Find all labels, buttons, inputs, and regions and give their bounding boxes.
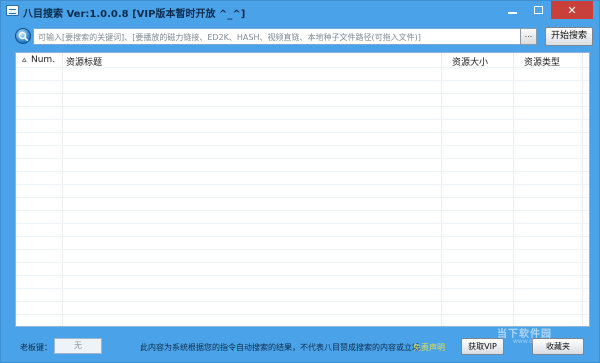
minimize-button[interactable]	[499, 1, 525, 19]
boss-key-field[interactable]: 无	[54, 338, 102, 354]
results-table[interactable]: ▵ Num. 资源标题 资源大小 资源类型	[15, 52, 590, 327]
row-gridline	[16, 210, 589, 211]
close-button[interactable]: ✕	[551, 1, 593, 19]
row-gridline	[16, 301, 589, 302]
row-gridline	[16, 106, 589, 107]
row-gridline	[16, 132, 589, 133]
row-gridline	[16, 275, 589, 276]
column-divider	[582, 53, 583, 326]
row-gridline	[16, 197, 589, 198]
row-gridline	[16, 171, 589, 172]
search-input[interactable]: 可输入[要搜索的关键词]、[要播放的磁力链接、ED2K、HASH、视频直链、本地…	[33, 28, 521, 45]
row-gridline	[16, 184, 589, 185]
disclaimer-link[interactable]: 免责声明	[413, 342, 445, 353]
row-gridline	[16, 80, 589, 81]
window-title: 八目搜索 Ver:1.0.0.8 [VIP版本暂时开放 ^_^]	[23, 9, 246, 20]
title-bar[interactable]: 八目搜索 Ver:1.0.0.8 [VIP版本暂时开放 ^_^] ✕	[1, 1, 599, 21]
sort-arrow-icon: ▵	[22, 55, 27, 65]
row-gridline	[16, 145, 589, 146]
window-controls: ✕	[499, 1, 593, 19]
column-divider	[441, 53, 442, 326]
minimize-icon	[507, 12, 517, 14]
table-header: ▵ Num. 资源标题 资源大小 资源类型	[16, 53, 589, 68]
column-divider	[62, 53, 63, 326]
close-icon: ✕	[567, 3, 577, 17]
watermark-url: www.downxia.com	[513, 338, 569, 345]
boss-key-label: 老板键：	[20, 343, 52, 352]
maximize-icon	[533, 6, 543, 14]
row-gridline	[16, 288, 589, 289]
row-gridline	[16, 249, 589, 250]
search-bar: 可输入[要搜索的关键词]、[要播放的磁力链接、ED2K、HASH、视频直链、本地…	[15, 27, 593, 47]
row-gridline	[16, 262, 589, 263]
browse-file-button[interactable]: ...	[520, 28, 537, 45]
app-window: 八目搜索 Ver:1.0.0.8 [VIP版本暂时开放 ^_^] ✕ 可输入[要…	[0, 0, 600, 363]
row-gridline	[16, 314, 589, 315]
search-notice: 此内容为系统根据您的指令自动搜索的结果，不代表八目赞成搜索的内容或立场	[140, 343, 420, 352]
get-vip-button[interactable]: 获取VIP	[461, 338, 504, 355]
search-icon	[15, 28, 31, 44]
start-search-button[interactable]: 开始搜索	[545, 27, 593, 46]
column-header-num[interactable]: Num.	[31, 55, 55, 65]
row-gridline	[16, 67, 589, 68]
maximize-button[interactable]	[525, 1, 551, 19]
row-gridline	[16, 223, 589, 224]
app-logo-icon	[6, 5, 19, 16]
row-gridline	[16, 119, 589, 120]
row-gridline	[16, 158, 589, 159]
row-gridline	[16, 93, 589, 94]
row-gridline	[16, 236, 589, 237]
column-divider	[513, 53, 514, 326]
